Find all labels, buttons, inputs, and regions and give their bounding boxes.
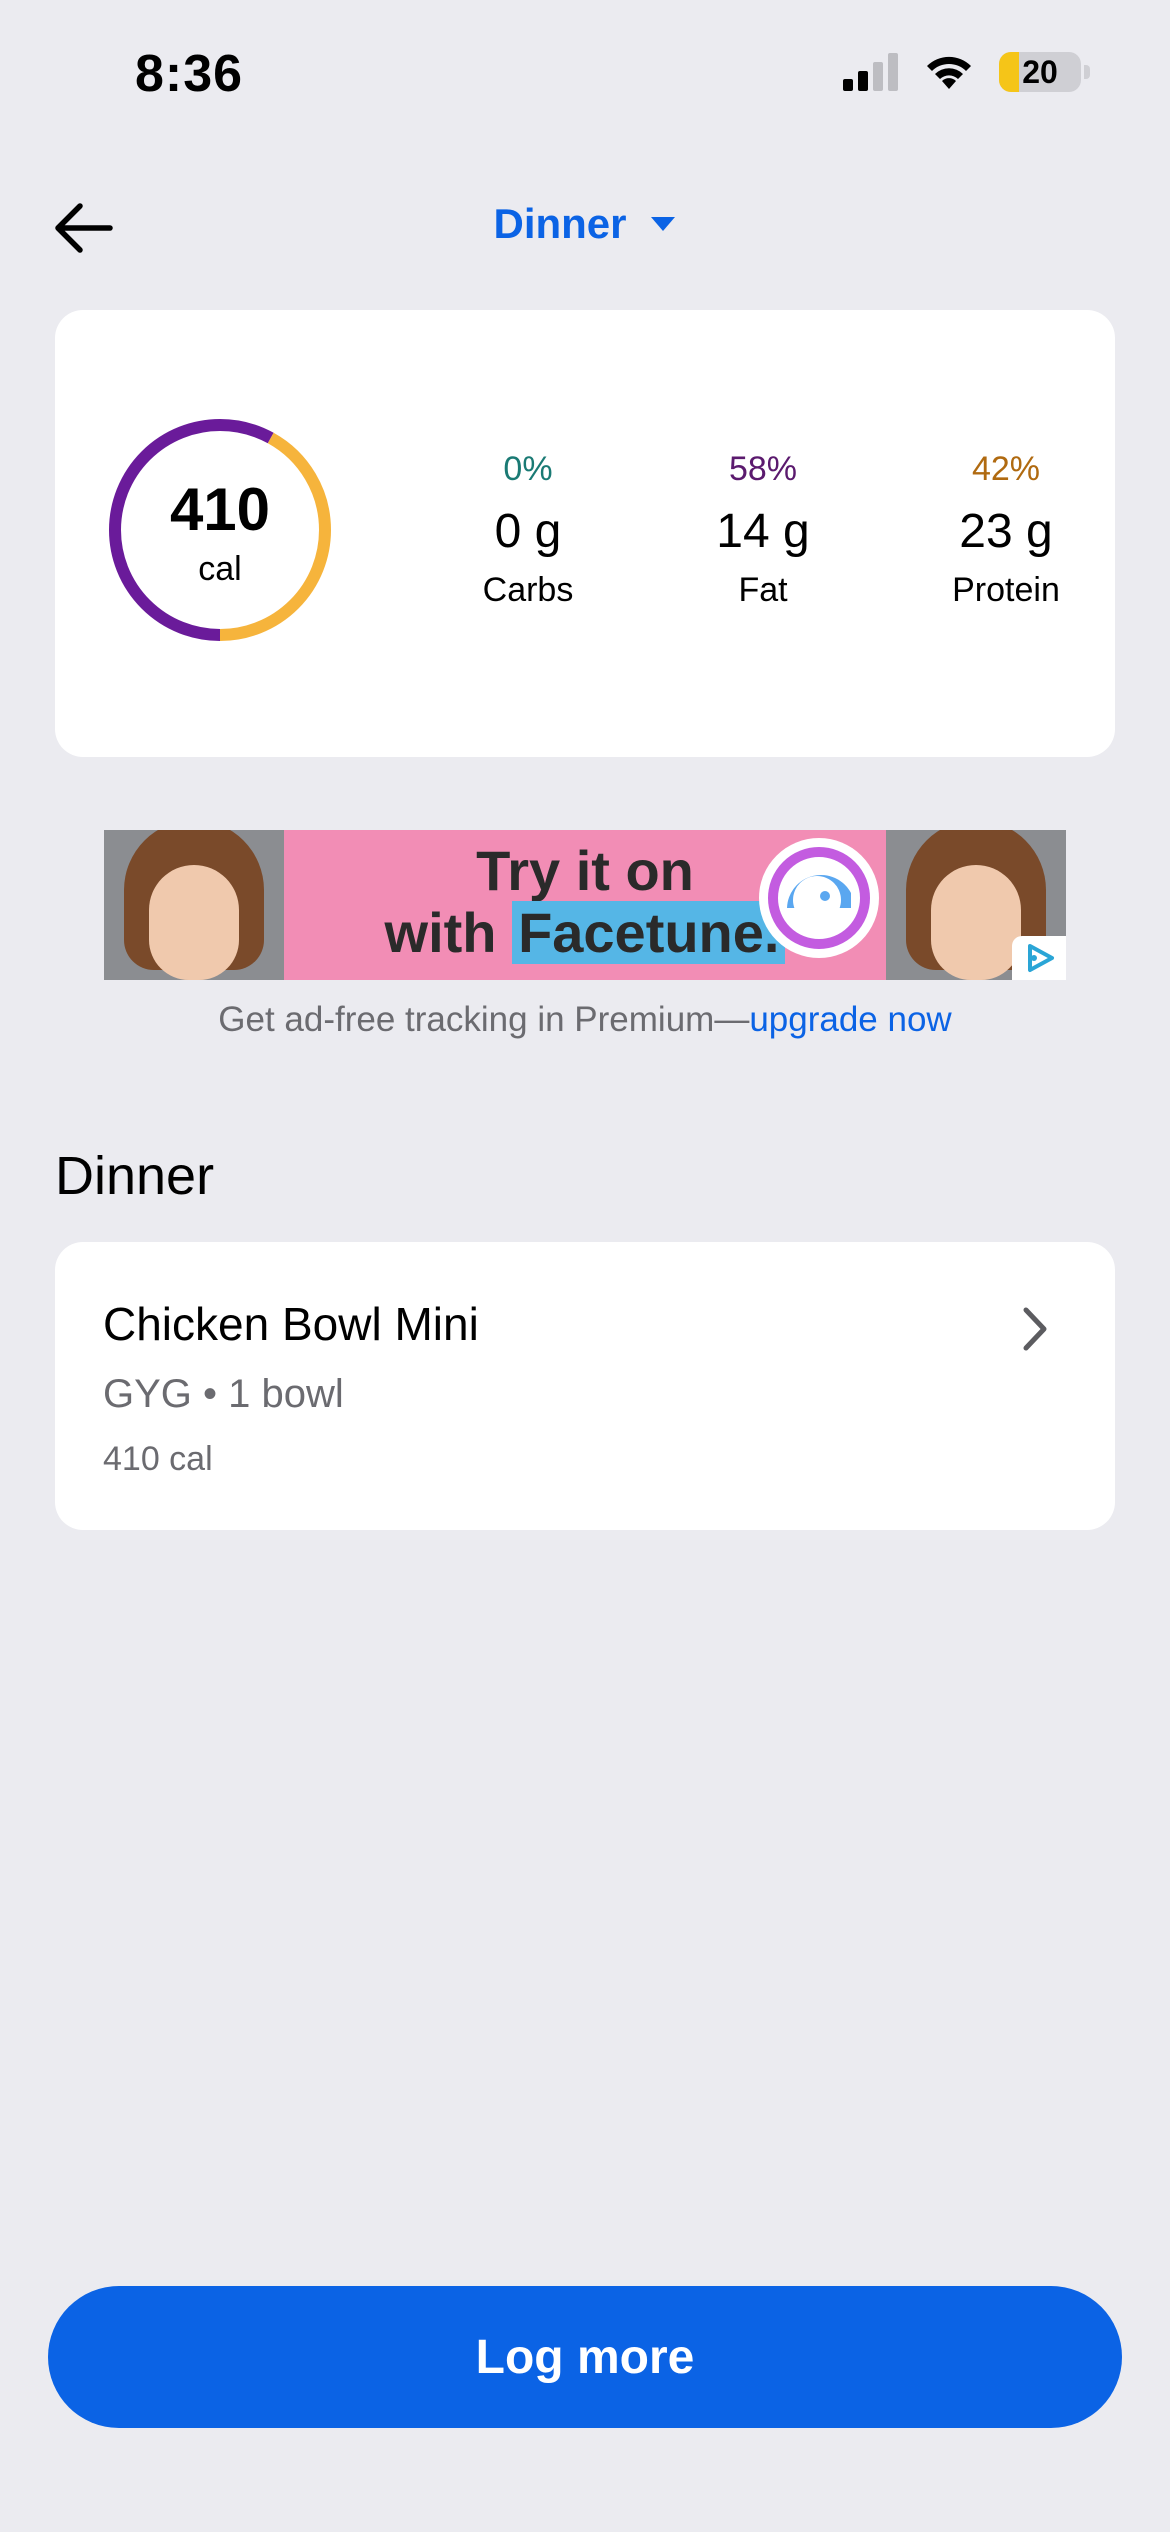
food-item-name: Chicken Bowl Mini [103, 1298, 479, 1350]
wifi-icon [927, 56, 971, 89]
macro-fat: 58% 14 g Fat [663, 450, 863, 610]
caret-down-icon [650, 217, 675, 231]
chevron-right-icon [1023, 1307, 1047, 1351]
premium-upsell-text: Get ad-free tracking in Premium— [218, 1000, 750, 1039]
macro-carbs: 0% 0 g Carbs [428, 450, 628, 610]
macro-fat-grams: 14 g [716, 505, 810, 558]
ad-model-image-left [104, 830, 284, 980]
top-nav: Dinner [0, 180, 1170, 270]
premium-upsell: Get ad-free tracking in Premium—upgrade … [0, 1000, 1170, 1040]
cellular-signal-icon [843, 53, 898, 91]
macro-protein-percent: 42% [971, 450, 1041, 488]
nutrition-summary-card: 410 cal 0% 0 g Carbs 58% 14 g Fat 42% 23… [55, 310, 1115, 757]
macro-protein-grams: 23 g [959, 505, 1053, 558]
ad-banner[interactable]: Try it on with Facetune. [104, 830, 1066, 980]
food-item-calories: 410 cal [103, 1440, 213, 1478]
status-time: 8:36 [135, 45, 244, 103]
macro-protein-label: Protein [952, 571, 1060, 609]
total-calories: 410 [169, 476, 271, 543]
ad-choices-button[interactable] [1012, 936, 1066, 980]
macro-carbs-grams: 0 g [494, 505, 562, 558]
macro-carbs-percent: 0% [503, 450, 553, 488]
status-bar: 8:36 20 [0, 0, 1170, 150]
meal-selector-dropdown[interactable]: Dinner [0, 200, 1170, 248]
ad-brand: Facetune. [512, 901, 786, 964]
battery-icon: 20 [999, 52, 1081, 92]
status-icons: 20 [843, 52, 1090, 92]
food-item-card[interactable]: Chicken Bowl Mini GYG • 1 bowl 410 cal [55, 1242, 1115, 1530]
upgrade-now-link[interactable]: upgrade now [749, 1000, 951, 1039]
macro-carbs-label: Carbs [482, 571, 574, 609]
macro-protein: 42% 23 g Protein [906, 450, 1106, 610]
log-more-button[interactable]: Log more [48, 2286, 1122, 2428]
battery-level: 20 [1022, 53, 1058, 90]
macro-fat-label: Fat [738, 571, 788, 609]
facetune-logo [759, 838, 879, 958]
macro-fat-percent: 58% [728, 450, 798, 488]
meal-section-title: Dinner [55, 1146, 215, 1206]
calories-unit: cal [198, 550, 242, 588]
food-item-serving: GYG • 1 bowl [103, 1372, 344, 1416]
ad-choices-icon [1028, 944, 1054, 972]
ad-line-2-prefix: with [384, 901, 513, 964]
meal-selector-label: Dinner [493, 200, 627, 247]
